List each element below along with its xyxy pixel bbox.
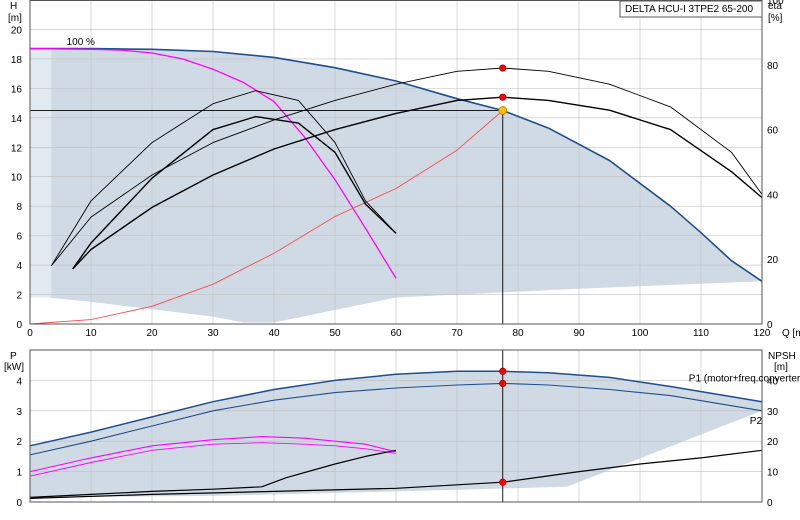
p-tick-label: 2 bbox=[16, 437, 22, 448]
speed-annotation: 100 % bbox=[67, 37, 95, 48]
x-tick-label: 60 bbox=[390, 328, 402, 339]
x-tick-label: 90 bbox=[573, 328, 585, 339]
h-tick-label: 6 bbox=[16, 232, 22, 243]
eta-point bbox=[499, 93, 507, 101]
h-tick-label: 14 bbox=[11, 114, 23, 125]
p-axis-label: P bbox=[10, 351, 17, 362]
p-axis-unit: [kW] bbox=[4, 362, 24, 373]
series-label: P2 bbox=[750, 416, 763, 427]
head-area-edge bbox=[30, 48, 52, 298]
npsh-axis-unit: [m] bbox=[774, 362, 788, 373]
x-tick-label: 110 bbox=[693, 328, 709, 339]
npsh-tick-label: 10 bbox=[767, 468, 779, 479]
x-tick-label: 40 bbox=[268, 328, 280, 339]
chart-title-box: DELTA HCU-I 3TPE2 65-200 bbox=[619, 0, 763, 18]
h-tick-label: 2 bbox=[16, 291, 22, 302]
pump-performance-chart: 0102030405060708090100110120Q [m³/h]0246… bbox=[0, 0, 800, 520]
eta-axis-unit: [%] bbox=[768, 13, 783, 24]
h-tick-label: 10 bbox=[11, 173, 23, 184]
eta-axis-label: eta bbox=[768, 1, 782, 12]
power-point bbox=[499, 379, 507, 388]
npsh-tick-label: 20 bbox=[767, 437, 779, 448]
npsh-tick-label: 0 bbox=[767, 498, 773, 509]
eta-point bbox=[499, 64, 507, 72]
npsh-tick-label: 30 bbox=[767, 407, 779, 418]
p-tick-label: 1 bbox=[16, 468, 22, 479]
x-tick-label: 100 bbox=[632, 328, 649, 339]
x-tick-label: 30 bbox=[207, 328, 219, 339]
x-tick-label: 70 bbox=[451, 328, 463, 339]
eta-tick-label: 40 bbox=[767, 190, 779, 201]
eta-tick-label: 20 bbox=[767, 255, 779, 266]
h-tick-label: 4 bbox=[16, 261, 22, 272]
chart-title: DELTA HCU-I 3TPE2 65-200 bbox=[625, 4, 753, 15]
power-point bbox=[499, 367, 507, 375]
h-tick-label: 0 bbox=[16, 320, 22, 331]
x-tick-label: 20 bbox=[146, 328, 158, 339]
eta-tick-label: 0 bbox=[767, 320, 773, 331]
p-tick-label: 3 bbox=[16, 407, 22, 418]
p-tick-label: 4 bbox=[16, 376, 22, 387]
npsh-axis-label: NPSH bbox=[768, 351, 796, 362]
h-tick-label: 8 bbox=[16, 202, 22, 213]
x-tick-label: 10 bbox=[85, 328, 97, 339]
p-tick-label: 0 bbox=[16, 498, 22, 509]
operating-point bbox=[498, 106, 508, 115]
x-tick-label: 0 bbox=[27, 328, 33, 339]
h-axis-unit: [m] bbox=[8, 13, 22, 24]
power-point bbox=[499, 478, 507, 486]
eta-tick-label: 80 bbox=[767, 61, 779, 72]
h-tick-label: 12 bbox=[11, 143, 23, 154]
eta-tick-label: 60 bbox=[767, 126, 779, 137]
series-label: P1 (motor+freq.converter) bbox=[689, 373, 800, 384]
h-axis-label: H bbox=[10, 1, 17, 12]
x-axis-label: Q [m³/h] bbox=[782, 328, 800, 339]
h-tick-label: 18 bbox=[11, 55, 23, 66]
h-tick-label: 16 bbox=[11, 84, 23, 95]
x-tick-label: 50 bbox=[329, 328, 341, 339]
x-tick-label: 80 bbox=[512, 328, 524, 339]
h-tick-label: 20 bbox=[11, 25, 23, 36]
